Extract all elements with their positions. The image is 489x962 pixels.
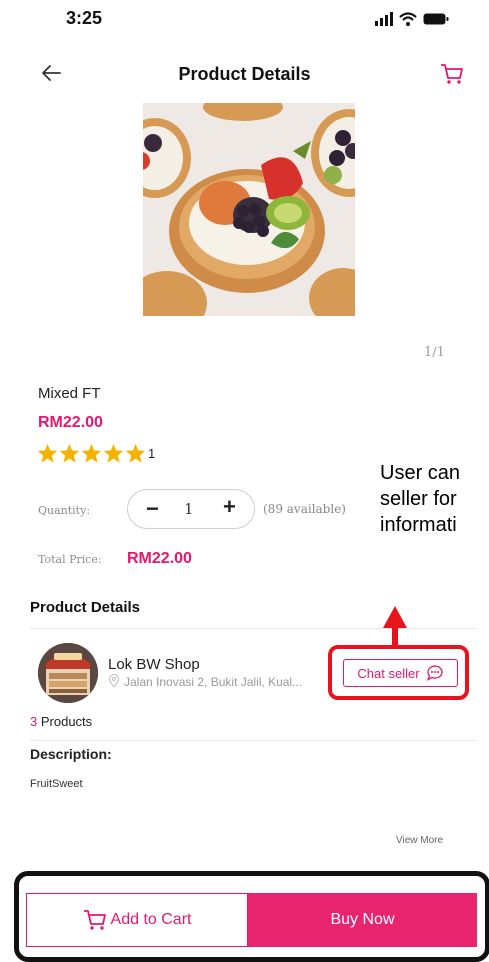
cart-icon	[83, 910, 106, 930]
wifi-icon	[399, 12, 417, 26]
image-pager: 1/1	[424, 345, 445, 360]
section-title: Product Details	[30, 599, 141, 616]
quantity-decrease-button[interactable]: −	[146, 498, 159, 520]
star-icon	[81, 443, 102, 463]
rating-count: 1	[148, 446, 156, 461]
shop-products-count[interactable]: 3 Products	[30, 714, 92, 729]
battery-icon	[423, 13, 449, 25]
signal-icon	[375, 12, 393, 26]
view-more-link[interactable]: View More	[396, 835, 443, 846]
star-icon	[103, 443, 124, 463]
quantity-available: (89 available)	[263, 502, 346, 516]
products-label: Products	[40, 714, 93, 729]
product-image[interactable]	[143, 103, 355, 316]
star-icon	[59, 443, 80, 463]
total-price-value: RM22.00	[127, 550, 192, 567]
star-icon	[125, 443, 146, 463]
quantity-value[interactable]: 1	[184, 500, 194, 518]
page-title: Product Details	[178, 64, 311, 84]
total-price-label: Total Price:	[38, 553, 102, 566]
divider	[30, 628, 476, 629]
annotation-line-2: seller for	[380, 488, 457, 510]
rating-stars	[37, 443, 146, 463]
location-pin-icon	[108, 674, 120, 688]
quantity-increase-button[interactable]: +	[223, 496, 236, 518]
status-time: 3:25	[66, 8, 103, 28]
status-icons	[375, 10, 449, 28]
product-name: Mixed FT	[38, 385, 101, 402]
divider	[30, 740, 476, 741]
annotation-arrow-shaft	[392, 626, 398, 648]
cart-icon[interactable]	[440, 63, 464, 85]
products-count: 3	[30, 714, 38, 729]
add-to-cart-button[interactable]: Add to Cart	[26, 893, 248, 947]
product-price: RM22.00	[38, 414, 103, 431]
description-title: Description:	[30, 746, 112, 762]
shop-address: Jalan Inovasi 2, Bukit Jalil, Kual...	[124, 675, 303, 689]
annotation-text: User can seller for informati	[380, 460, 460, 538]
annotation-line-3: informati	[380, 514, 457, 536]
highlight-frame	[328, 645, 469, 700]
annotation-arrow-head	[383, 606, 407, 628]
shop-name[interactable]: Lok BW Shop	[108, 656, 200, 673]
quantity-label: Quantity:	[38, 504, 91, 517]
description-text: FruitSweet	[30, 778, 83, 790]
shop-logo[interactable]	[38, 643, 98, 703]
star-icon	[37, 443, 58, 463]
annotation-line-1: User can	[380, 462, 461, 484]
add-to-cart-label: Add to Cart	[110, 911, 192, 928]
buy-now-button[interactable]: Buy Now	[248, 893, 477, 947]
